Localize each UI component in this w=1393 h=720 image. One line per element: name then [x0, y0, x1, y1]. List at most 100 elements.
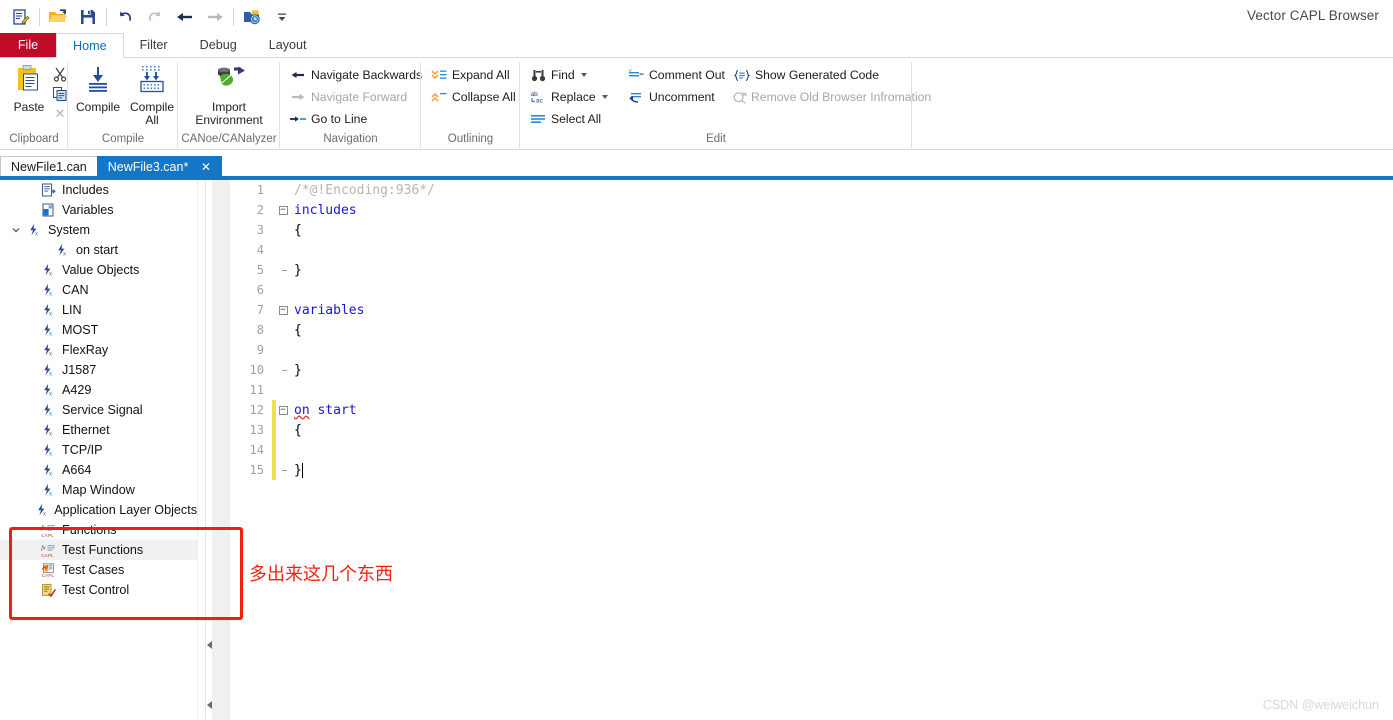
code-line[interactable]: 9 — [232, 340, 1393, 360]
collapse-all-button[interactable]: Collapse All — [429, 86, 522, 108]
replace-button[interactable]: ab ac Replace — [528, 86, 626, 108]
svg-text:CAPL: CAPL — [41, 573, 54, 578]
compile-all-button[interactable]: Compile All — [126, 62, 178, 127]
svg-text:x: x — [49, 430, 53, 437]
expand-all-button[interactable]: Expand All — [429, 64, 516, 86]
uncomment-button[interactable]: Uncomment — [626, 86, 732, 108]
find-chevron-down-icon[interactable] — [580, 73, 587, 77]
capl-object-tree[interactable]: Includes Variables x System x on start x Value … — [0, 180, 198, 720]
tree-item-a429[interactable]: x A429 — [0, 380, 197, 400]
line-number: 11 — [249, 383, 264, 397]
code-line[interactable]: 2 − includes — [232, 200, 1393, 220]
code-line[interactable]: 4 — [232, 240, 1393, 260]
tree-item-flexray[interactable]: x FlexRay — [0, 340, 197, 360]
tree-item-variables[interactable]: Variables — [0, 200, 197, 220]
navigate-back-icon[interactable] — [170, 3, 200, 31]
tree-item-a664[interactable]: x A664 — [0, 460, 197, 480]
svg-text:x: x — [49, 470, 53, 477]
ribbon-tab-layout[interactable]: Layout — [253, 33, 323, 57]
import-environment-icon — [212, 64, 246, 97]
tree-item-service-signal[interactable]: x Service Signal — [0, 400, 197, 420]
code-line[interactable]: 5} — [232, 260, 1393, 280]
capl-func-icon: fx CAPL — [38, 543, 58, 558]
splitter-collapse-down-icon[interactable] — [205, 698, 215, 710]
ribbon-group-navigation: Navigate Backwards Navigate Forward Go t… — [280, 58, 422, 150]
tree-item-includes[interactable]: Includes — [0, 180, 197, 200]
find-icon — [528, 68, 548, 82]
code-line[interactable]: 6 — [232, 280, 1393, 300]
code-line[interactable]: 12 − on start — [232, 400, 1393, 420]
select-all-button[interactable]: Select All — [528, 108, 626, 130]
import-environment-label-2: Environment — [195, 113, 263, 127]
code-text: /*@!Encoding:936*/ — [294, 182, 435, 198]
code-editor[interactable]: 1/*@!Encoding:936*/2− includes 3{4 5} 6 7− var… — [232, 180, 1393, 720]
new-file-icon[interactable] — [6, 3, 36, 31]
change-bar — [272, 240, 276, 260]
code-line[interactable]: 13 { — [232, 420, 1393, 440]
recent-files-icon[interactable] — [237, 3, 267, 31]
import-environment-button[interactable]: Import Environment — [181, 62, 277, 127]
annotation-text: 多出来这几个东西 — [249, 564, 393, 585]
go-to-line-button[interactable]: Go to Line — [288, 108, 373, 130]
comment-out-button[interactable]: // Comment Out — [626, 64, 732, 86]
code-text: includes — [294, 202, 357, 218]
tree-item-value-objects[interactable]: x Value Objects — [0, 260, 197, 280]
document-tab-newfile1[interactable]: NewFile1.can — [0, 156, 98, 176]
show-generated-code-button[interactable]: Show Generated Code — [732, 64, 912, 86]
undo-icon[interactable] — [110, 3, 140, 31]
code-line[interactable]: 14 — [232, 440, 1393, 460]
navigate-backwards-button[interactable]: Navigate Backwards — [288, 64, 428, 86]
code-line[interactable]: 3{ — [232, 220, 1393, 240]
svg-text:x: x — [49, 370, 53, 377]
tree-item-system[interactable]: x System — [0, 220, 197, 240]
sidebar-splitter[interactable] — [198, 180, 232, 720]
splitter-collapse-up-icon[interactable] — [205, 638, 215, 650]
tree-item-functions[interactable]: fx CAPL Functions — [0, 520, 197, 540]
compile-button[interactable]: Compile — [72, 62, 124, 114]
tree-item-j1587[interactable]: x J1587 — [0, 360, 197, 380]
fold-collapse-icon[interactable]: − — [276, 205, 290, 215]
tree-item-application-layer-objects[interactable]: x Application Layer Objects — [0, 500, 197, 520]
tree-item-test-cases[interactable]: CAPL Test Cases — [0, 560, 197, 580]
ribbon-tab-debug[interactable]: Debug — [184, 33, 253, 57]
code-line[interactable]: 7 − variables — [232, 300, 1393, 320]
find-button[interactable]: Find — [528, 64, 626, 86]
copy-icon[interactable] — [52, 84, 68, 104]
fold-collapse-icon[interactable]: − — [276, 405, 290, 415]
customize-toolbar-icon[interactable] — [267, 3, 297, 31]
tree-item-test-control[interactable]: Test Control — [0, 580, 197, 600]
test-control-icon — [38, 583, 58, 598]
save-icon[interactable] — [73, 3, 103, 31]
tree-item-label: Includes — [62, 183, 109, 197]
code-line[interactable]: 1 /*@!Encoding:936*/ — [232, 180, 1393, 200]
ribbon-group-outlining-title: Outlining — [447, 133, 494, 145]
ribbon-tab-home[interactable]: Home — [56, 33, 124, 58]
line-number: 7 — [256, 303, 264, 317]
code-line[interactable]: 15} — [232, 460, 1393, 480]
ribbon-tab-filter[interactable]: Filter — [124, 33, 184, 57]
code-text: } — [294, 262, 302, 278]
open-folder-icon[interactable] — [43, 3, 73, 31]
tree-item-test-functions[interactable]: fx CAPL Test Functions — [0, 540, 197, 560]
document-tab-newfile3[interactable]: NewFile3.can* ✕ — [96, 156, 222, 176]
tree-item-tcp-ip[interactable]: x TCP/IP — [0, 440, 197, 460]
ribbon-tab-file[interactable]: File — [0, 33, 56, 57]
tree-item-map-window[interactable]: x Map Window — [0, 480, 197, 500]
paste-button[interactable]: Paste — [6, 62, 52, 114]
capl-fx-icon: x — [38, 403, 58, 418]
chevron-down-icon[interactable] — [8, 225, 24, 235]
replace-chevron-down-icon[interactable] — [601, 95, 608, 99]
code-line[interactable]: 10} — [232, 360, 1393, 380]
tree-item-ethernet[interactable]: x Ethernet — [0, 420, 197, 440]
change-bar — [272, 460, 276, 480]
tree-item-lin[interactable]: x LIN — [0, 300, 197, 320]
code-line[interactable]: 11 — [232, 380, 1393, 400]
document-tab-newfile1-label: NewFile1.can — [11, 160, 87, 174]
code-line[interactable]: 8{ — [232, 320, 1393, 340]
fold-collapse-icon[interactable]: − — [276, 305, 290, 315]
cut-icon[interactable] — [52, 64, 68, 84]
tree-item-on-start[interactable]: x on start — [0, 240, 197, 260]
tree-item-most[interactable]: x MOST — [0, 320, 197, 340]
tree-item-can[interactable]: x CAN — [0, 280, 197, 300]
close-icon[interactable]: ✕ — [201, 160, 211, 174]
